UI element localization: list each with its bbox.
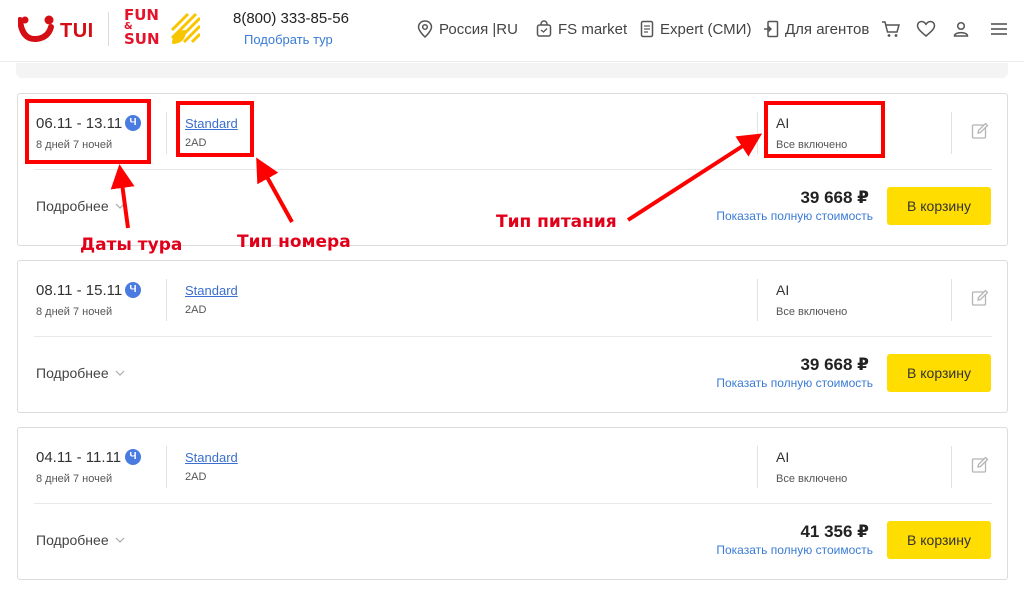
location-pin-icon <box>417 20 433 38</box>
document-icon <box>640 20 654 38</box>
chevron-down-icon <box>115 537 125 543</box>
pick-tour-link[interactable]: Подобрать тур <box>244 32 333 47</box>
divider <box>951 279 952 321</box>
tui-logo[interactable]: TUI <box>18 14 98 44</box>
tour-duration: 8 дней 7 ночей <box>36 473 113 485</box>
details-label: Подробнее <box>36 365 109 381</box>
user-icon[interactable] <box>951 19 971 39</box>
annotation-box-meal <box>764 101 885 158</box>
fun-sun-logo[interactable]: FUN & SUN <box>124 8 202 48</box>
nav-expert[interactable]: Expert (СМИ) <box>640 19 751 39</box>
annotation-label-dates: Даты тура <box>80 235 183 255</box>
edit-icon[interactable] <box>971 289 989 307</box>
nav-agents[interactable]: Для агентов <box>763 19 869 39</box>
room-type-link[interactable]: Standard <box>185 283 238 298</box>
add-to-cart-button[interactable]: В корзину <box>887 187 991 225</box>
sun-stripes-icon <box>170 12 200 44</box>
annotation-box-room <box>176 101 254 157</box>
site-header: TUI FUN & SUN 8(800) 333-85-56 Подобрать… <box>0 0 1024 62</box>
edit-icon[interactable] <box>971 456 989 474</box>
phone-number[interactable]: 8(800) 333-85-56 <box>233 10 349 27</box>
chevron-down-icon <box>115 203 125 209</box>
offer-card-3: 04.11 - 11.11 Ч 8 дней 7 ночей Standard … <box>17 427 1008 580</box>
nav-fs-market[interactable]: FS market <box>536 19 627 39</box>
divider <box>166 446 167 488</box>
annotation-label-meal: Тип питания <box>496 212 617 232</box>
agent-door-icon <box>764 20 779 38</box>
nav-region[interactable]: Россия |RU <box>417 19 518 39</box>
offer-price: 39 668 ₽ <box>800 188 869 207</box>
previous-section-bottom <box>16 63 1008 78</box>
divider <box>757 446 758 488</box>
full-cost-link[interactable]: Показать полную стоимость <box>716 209 873 223</box>
chevron-down-icon <box>115 370 125 376</box>
room-type-link[interactable]: Standard <box>185 450 238 465</box>
tui-wordmark: TUI <box>60 20 94 42</box>
offer-card-2: 08.11 - 15.11 Ч 8 дней 7 ночей Standard … <box>17 260 1008 413</box>
annotation-box-dates <box>25 99 151 164</box>
full-cost-link[interactable]: Показать полную стоимость <box>716 543 873 557</box>
offer-price: 41 356 ₽ <box>800 522 869 541</box>
charter-badge[interactable]: Ч <box>125 449 141 465</box>
full-cost-link[interactable]: Показать полную стоимость <box>716 376 873 390</box>
details-toggle[interactable]: Подробнее <box>36 365 125 381</box>
divider <box>757 112 758 154</box>
details-toggle[interactable]: Подробнее <box>36 198 125 214</box>
divider <box>166 279 167 321</box>
room-accommodation: 2AD <box>185 304 207 316</box>
details-label: Подробнее <box>36 532 109 548</box>
menu-icon[interactable] <box>989 19 1009 39</box>
annotation-label-room: Тип номера <box>237 232 351 252</box>
nav-fs-market-label: FS market <box>558 20 628 38</box>
cart-icon[interactable] <box>881 19 901 39</box>
divider <box>951 446 952 488</box>
card-divider <box>34 336 992 337</box>
charter-badge[interactable]: Ч <box>125 282 141 298</box>
meal-code: AI <box>776 282 790 298</box>
tour-dates: 08.11 - 15.11 <box>36 282 123 299</box>
card-divider <box>34 169 992 170</box>
heart-icon[interactable] <box>916 19 936 39</box>
tour-dates: 04.11 - 11.11 <box>36 449 122 466</box>
logo-divider <box>108 12 109 46</box>
nav-expert-label: Expert (СМИ) <box>660 20 752 38</box>
meal-code: AI <box>776 449 790 465</box>
details-toggle[interactable]: Подробнее <box>36 532 125 548</box>
details-label: Подробнее <box>36 198 109 214</box>
nav-agents-label: Для агентов <box>785 20 870 38</box>
divider <box>166 112 167 154</box>
card-divider <box>34 503 992 504</box>
shopping-bag-icon <box>536 20 552 37</box>
room-accommodation: 2AD <box>185 471 207 483</box>
nav-region-label: Россия |RU <box>439 20 518 38</box>
edit-icon[interactable] <box>971 122 989 140</box>
meal-description: Все включено <box>776 306 848 318</box>
tui-smile-icon <box>18 15 54 43</box>
tour-duration: 8 дней 7 ночей <box>36 306 113 318</box>
divider <box>757 279 758 321</box>
offer-price: 39 668 ₽ <box>800 355 869 374</box>
add-to-cart-button[interactable]: В корзину <box>887 354 991 392</box>
meal-description: Все включено <box>776 473 848 485</box>
divider <box>951 112 952 154</box>
add-to-cart-button[interactable]: В корзину <box>887 521 991 559</box>
